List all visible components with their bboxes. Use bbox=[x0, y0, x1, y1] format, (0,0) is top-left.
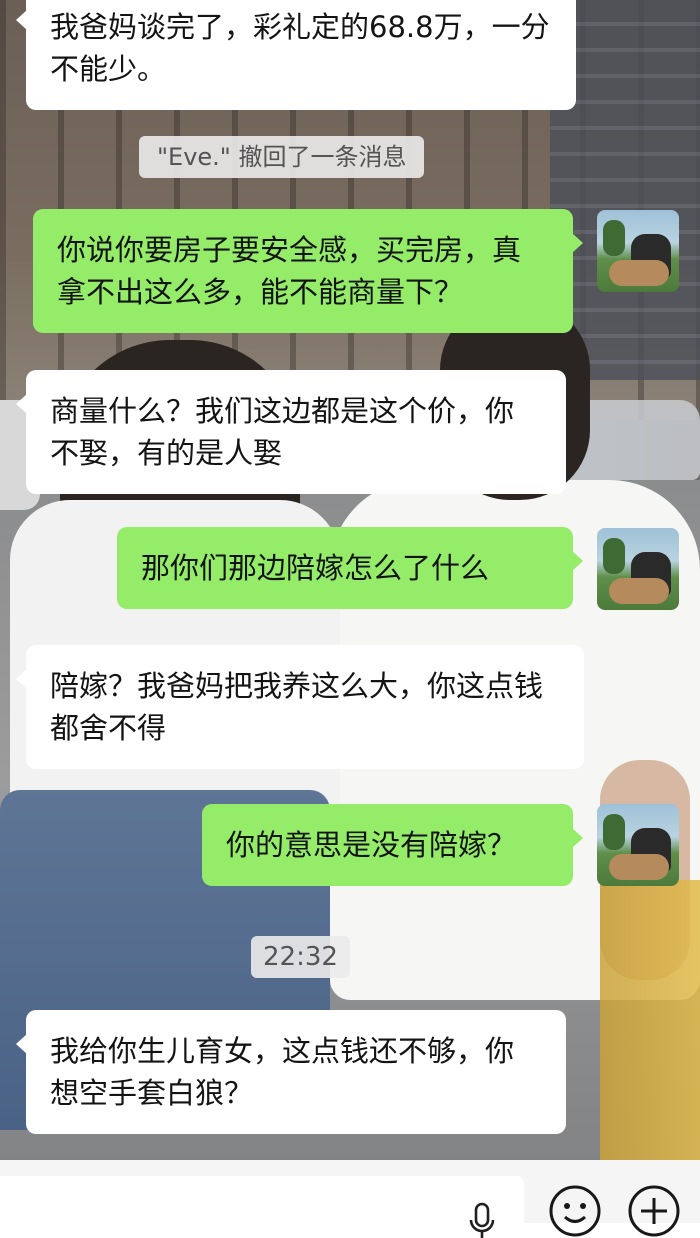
message-bubble-incoming[interactable]: 我给你生儿育女，这点钱还不够，你想空手套白狼？ bbox=[16, 1010, 566, 1134]
microphone-icon[interactable] bbox=[462, 1198, 502, 1238]
input-bar bbox=[0, 1160, 700, 1238]
avatar-self[interactable] bbox=[597, 210, 679, 292]
message-bubble-incoming[interactable]: 我爸妈谈完了，彩礼定的68.8万，一分不能少。 bbox=[16, 0, 576, 110]
message-text: 你说你要房子要安全感，买完房，真拿不出这么多，能不能商量下？ bbox=[57, 233, 522, 309]
plus-icon[interactable] bbox=[627, 1184, 681, 1238]
message-text: 我给你生儿育女，这点钱还不够，你想空手套白狼？ bbox=[50, 1034, 515, 1110]
message-text: 那你们那边陪嫁怎么了什么 bbox=[141, 551, 490, 585]
message-text: 我爸妈谈完了，彩礼定的68.8万，一分不能少。 bbox=[50, 10, 550, 86]
emoji-icon[interactable] bbox=[548, 1184, 602, 1238]
message-bubble-outgoing[interactable]: 你说你要房子要安全感，买完房，真拿不出这么多，能不能商量下？ bbox=[33, 209, 583, 333]
message-bubble-incoming[interactable]: 商量什么？我们这边都是这个价，你不娶，有的是人娶 bbox=[16, 370, 566, 494]
message-text: 陪嫁？我爸妈把我养这么大，你这点钱都舍不得 bbox=[50, 669, 544, 745]
message-text: 商量什么？我们这边都是这个价，你不娶，有的是人娶 bbox=[50, 394, 515, 470]
recall-notice: "Eve." 撤回了一条消息 bbox=[139, 136, 425, 178]
message-input[interactable] bbox=[0, 1176, 524, 1238]
message-bubble-outgoing[interactable]: 你的意思是没有陪嫁？ bbox=[202, 804, 583, 886]
avatar-self[interactable] bbox=[597, 804, 679, 886]
message-bubble-incoming[interactable]: 陪嫁？我爸妈把我养这么大，你这点钱都舍不得 bbox=[16, 645, 584, 769]
message-bubble-outgoing[interactable]: 那你们那边陪嫁怎么了什么 bbox=[117, 527, 583, 609]
avatar-self[interactable] bbox=[597, 528, 679, 610]
timestamp: 22:32 bbox=[251, 936, 350, 978]
message-text: 你的意思是没有陪嫁？ bbox=[226, 828, 517, 862]
message-list[interactable]: 我爸妈谈完了，彩礼定的68.8万，一分不能少。 "Eve." 撤回了一条消息 你… bbox=[0, 0, 700, 1160]
